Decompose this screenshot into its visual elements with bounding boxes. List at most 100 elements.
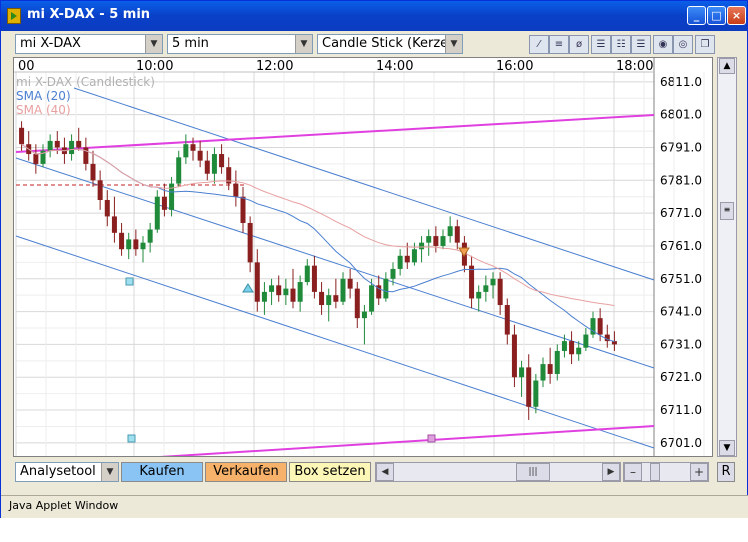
scroll-down-icon[interactable]: ▼ bbox=[719, 440, 735, 456]
zoom-minus-button[interactable]: – bbox=[624, 463, 642, 481]
candle-body bbox=[426, 236, 432, 243]
zoom-slider[interactable]: – + bbox=[623, 462, 709, 482]
candle-body bbox=[526, 367, 532, 407]
candle-body bbox=[133, 239, 139, 250]
candle-body bbox=[269, 285, 275, 292]
instrument-select[interactable]: mi X-DAX ▼ bbox=[15, 34, 163, 54]
candle-body bbox=[97, 180, 103, 200]
chevron-down-icon[interactable]: ▼ bbox=[145, 35, 162, 53]
scroll-thumb[interactable]: ≡ bbox=[720, 202, 734, 220]
box-marker bbox=[125, 277, 134, 286]
magenta-resistance bbox=[15, 114, 655, 153]
interval-select[interactable]: 5 min ▼ bbox=[167, 34, 313, 54]
scroll-left-icon[interactable]: ◀ bbox=[376, 463, 394, 481]
chart-panel[interactable]: 6811.0 6801.0 6791.0 6781.0 6771.0 6761.0 6751… bbox=[13, 57, 713, 460]
candle-body bbox=[433, 236, 439, 246]
chart-type-select[interactable]: Candle Stick (Kerze ▼ bbox=[317, 34, 463, 54]
candle-body bbox=[547, 364, 553, 374]
candle-body bbox=[240, 196, 246, 223]
candle-body bbox=[369, 285, 375, 312]
candlestick-chart[interactable]: 6811.0 6801.0 6791.0 6781.0 6771.0 6761.0 6751… bbox=[14, 58, 712, 460]
candle-body bbox=[76, 140, 82, 148]
horizontal-scrollbar[interactable]: ◀ ||| ▶ bbox=[375, 462, 621, 482]
candle-body bbox=[583, 334, 589, 348]
candle-body bbox=[454, 226, 460, 243]
candle-body bbox=[219, 154, 225, 168]
scroll-right-icon[interactable]: ▶ bbox=[602, 463, 620, 481]
legend-entry: SMA (40) bbox=[16, 103, 71, 117]
candle-body bbox=[47, 140, 53, 151]
vertical-scrollbar[interactable]: ▲ ≡ ▼ bbox=[717, 57, 737, 457]
candle-body bbox=[419, 242, 425, 250]
zoom-plus-button[interactable]: + bbox=[690, 463, 708, 481]
interval-value: 5 min bbox=[172, 36, 209, 51]
candle-body bbox=[119, 232, 125, 250]
candle-body bbox=[447, 226, 453, 237]
y-tick-label: 6801.0 bbox=[660, 108, 702, 122]
candle-body bbox=[511, 334, 517, 378]
fibonacci-icon[interactable]: ø bbox=[569, 35, 589, 54]
verkaufen-button[interactable]: Verkaufen bbox=[205, 462, 287, 482]
chevron-down-icon[interactable]: ▼ bbox=[445, 35, 462, 53]
grid-dotted-icon[interactable]: ☷ bbox=[611, 35, 631, 54]
draw-line-icon[interactable]: ⁄ bbox=[529, 35, 549, 54]
window-restore-icon[interactable]: ❐ bbox=[695, 35, 715, 54]
candle-body bbox=[161, 196, 167, 210]
candle-body bbox=[233, 183, 239, 197]
y-tick-label: 6701.0 bbox=[660, 436, 702, 450]
candle-body bbox=[576, 347, 582, 355]
candle-body bbox=[276, 285, 282, 296]
kaufen-button[interactable]: Kaufen bbox=[121, 462, 203, 482]
close-button[interactable]: × bbox=[727, 6, 746, 25]
reset-button[interactable]: R bbox=[717, 462, 735, 482]
candle-body bbox=[111, 216, 117, 233]
y-tick-label: 6771.0 bbox=[660, 206, 702, 220]
zoom-thumb[interactable] bbox=[650, 463, 660, 481]
candle-body bbox=[69, 140, 75, 155]
title-bar[interactable]: mi X-DAX - 5 min _ □ × bbox=[1, 1, 747, 31]
candle-body bbox=[283, 288, 289, 296]
candle-body bbox=[304, 265, 310, 283]
candle-body bbox=[476, 291, 482, 299]
candle-body bbox=[33, 154, 39, 164]
candle-body bbox=[176, 157, 182, 184]
candle-body bbox=[290, 288, 296, 302]
grid-lines-icon[interactable]: ☰ bbox=[591, 35, 611, 54]
chevron-down-icon[interactable]: ▼ bbox=[295, 35, 312, 53]
y-tick-label: 6721.0 bbox=[660, 370, 702, 384]
candle-body bbox=[19, 127, 25, 145]
box-setzen-button[interactable]: Box setzen bbox=[289, 462, 371, 482]
analysetool-label: Analysetool bbox=[20, 464, 96, 479]
candle-body bbox=[504, 305, 510, 335]
maximize-button[interactable]: □ bbox=[707, 6, 726, 25]
candle-body bbox=[297, 282, 303, 302]
candle-body bbox=[247, 222, 253, 263]
window-title: mi X-DAX - 5 min bbox=[27, 7, 151, 22]
candle-body bbox=[411, 249, 417, 263]
candle-body bbox=[54, 140, 60, 148]
settings-circle-icon[interactable]: ◎ bbox=[673, 35, 693, 54]
candle-body bbox=[490, 278, 496, 286]
chevron-down-icon[interactable]: ▼ bbox=[101, 463, 118, 481]
bottom-toolbar: Analysetool ▼ Kaufen Verkaufen Box setze… bbox=[13, 461, 737, 483]
y-tick-label: 6741.0 bbox=[660, 305, 702, 319]
candle-body bbox=[483, 285, 489, 292]
analysetool-select[interactable]: Analysetool ▼ bbox=[15, 462, 119, 482]
status-text: Java Applet Window bbox=[9, 499, 119, 512]
legend-entry: SMA (20) bbox=[16, 89, 71, 103]
magenta-support bbox=[143, 425, 655, 459]
record-icon[interactable]: ◉ bbox=[653, 35, 673, 54]
candle-body bbox=[354, 288, 360, 319]
candle-body bbox=[469, 265, 475, 299]
candle-body bbox=[561, 341, 567, 351]
candle-body bbox=[397, 255, 403, 269]
candle-body bbox=[261, 291, 267, 302]
grid-fine-icon[interactable]: ☰ bbox=[631, 35, 651, 54]
scroll-up-icon[interactable]: ▲ bbox=[719, 58, 735, 74]
horizontal-line-icon[interactable]: ≡ bbox=[549, 35, 569, 54]
minimize-button[interactable]: _ bbox=[687, 6, 706, 25]
scroll-thumb[interactable]: ||| bbox=[516, 463, 550, 481]
candle-body bbox=[311, 265, 317, 292]
status-bar: Java Applet Window bbox=[1, 495, 748, 518]
candle-body bbox=[326, 295, 332, 306]
